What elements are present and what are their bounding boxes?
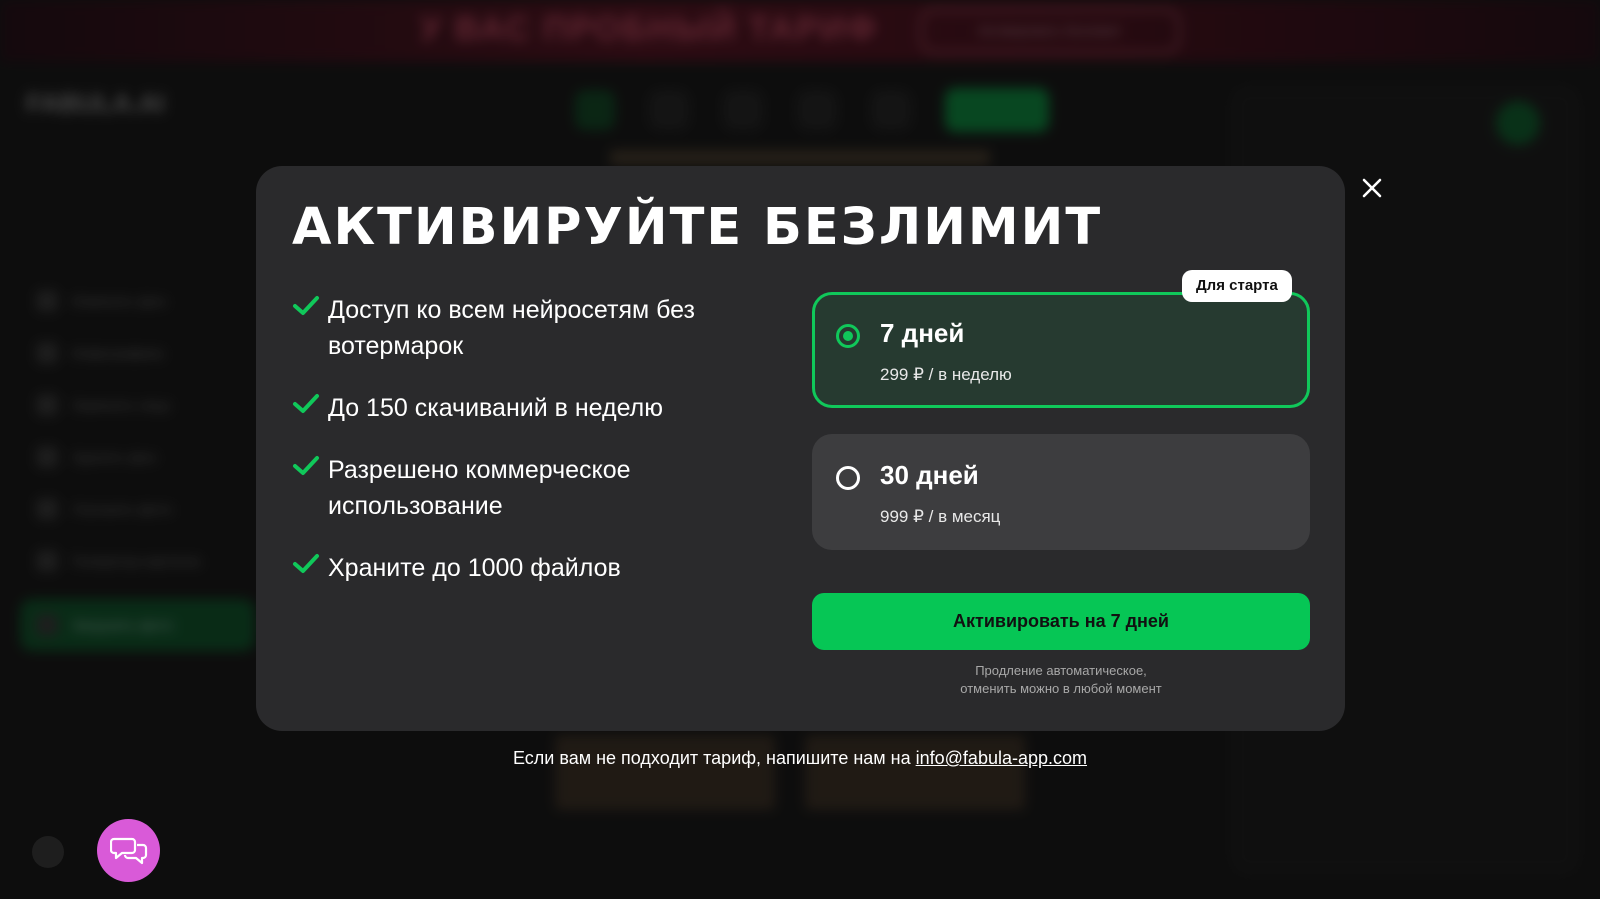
feature-text: Доступ ко всем нейросетям без вотермарок [328, 296, 695, 360]
feature-text: До 150 скачиваний в неделю [328, 394, 664, 422]
plan-name: 30 дней [880, 460, 979, 490]
contact-text: Если вам не подходит тариф, напишите нам… [512, 748, 916, 768]
check-icon [293, 296, 319, 315]
plan-price: 299 ₽ / в неделю [880, 365, 1012, 384]
check-icon [293, 394, 319, 413]
feature-text: Разрешено коммерческое использование [328, 456, 631, 520]
feature-item: До 150 скачиваний в неделю [292, 390, 732, 426]
contact-email-link[interactable]: info@fabula-app.com [916, 748, 1087, 768]
renewal-note: Продление автоматическое, отменить можно… [812, 662, 1310, 698]
chat-button[interactable] [97, 819, 160, 882]
upgrade-modal: АКТИВИРУЙТЕ БЕЗЛИМИТ Доступ ко всем нейр… [256, 166, 1345, 731]
chat-icon [109, 837, 147, 864]
renewal-note-line: отменить можно в любой момент [960, 681, 1162, 696]
settings-icon [32, 836, 64, 868]
feature-text: Храните до 1000 файлов [328, 554, 621, 582]
check-icon [293, 456, 319, 475]
radio-dot [843, 331, 853, 341]
feature-item: Храните до 1000 файлов [292, 550, 732, 586]
contact-footer: Если вам не подходит тариф, напишите нам… [0, 748, 1600, 769]
renewal-note-line: Продление автоматическое, [975, 663, 1147, 678]
plan-option-7-days[interactable]: 7 дней 299 ₽ / в неделю [812, 292, 1310, 408]
activate-button[interactable]: Активировать на 7 дней [812, 593, 1310, 650]
feature-item: Разрешено коммерческое использование [292, 452, 732, 524]
feature-list: Доступ ко всем нейросетям без вотермарок… [292, 292, 732, 612]
plan-option-30-days[interactable]: 30 дней 999 ₽ / в месяц [812, 434, 1310, 550]
starter-badge: Для старта [1182, 270, 1292, 302]
radio-selected-icon[interactable] [836, 324, 860, 348]
modal-title: АКТИВИРУЙТЕ БЕЗЛИМИТ [292, 198, 1103, 257]
check-icon [293, 554, 319, 573]
radio-unselected-icon[interactable] [836, 466, 860, 490]
plan-price: 999 ₽ / в месяц [880, 507, 1001, 526]
plan-name: 7 дней [880, 318, 965, 348]
close-icon[interactable] [1358, 174, 1386, 202]
feature-item: Доступ ко всем нейросетям без вотермарок [292, 292, 732, 364]
